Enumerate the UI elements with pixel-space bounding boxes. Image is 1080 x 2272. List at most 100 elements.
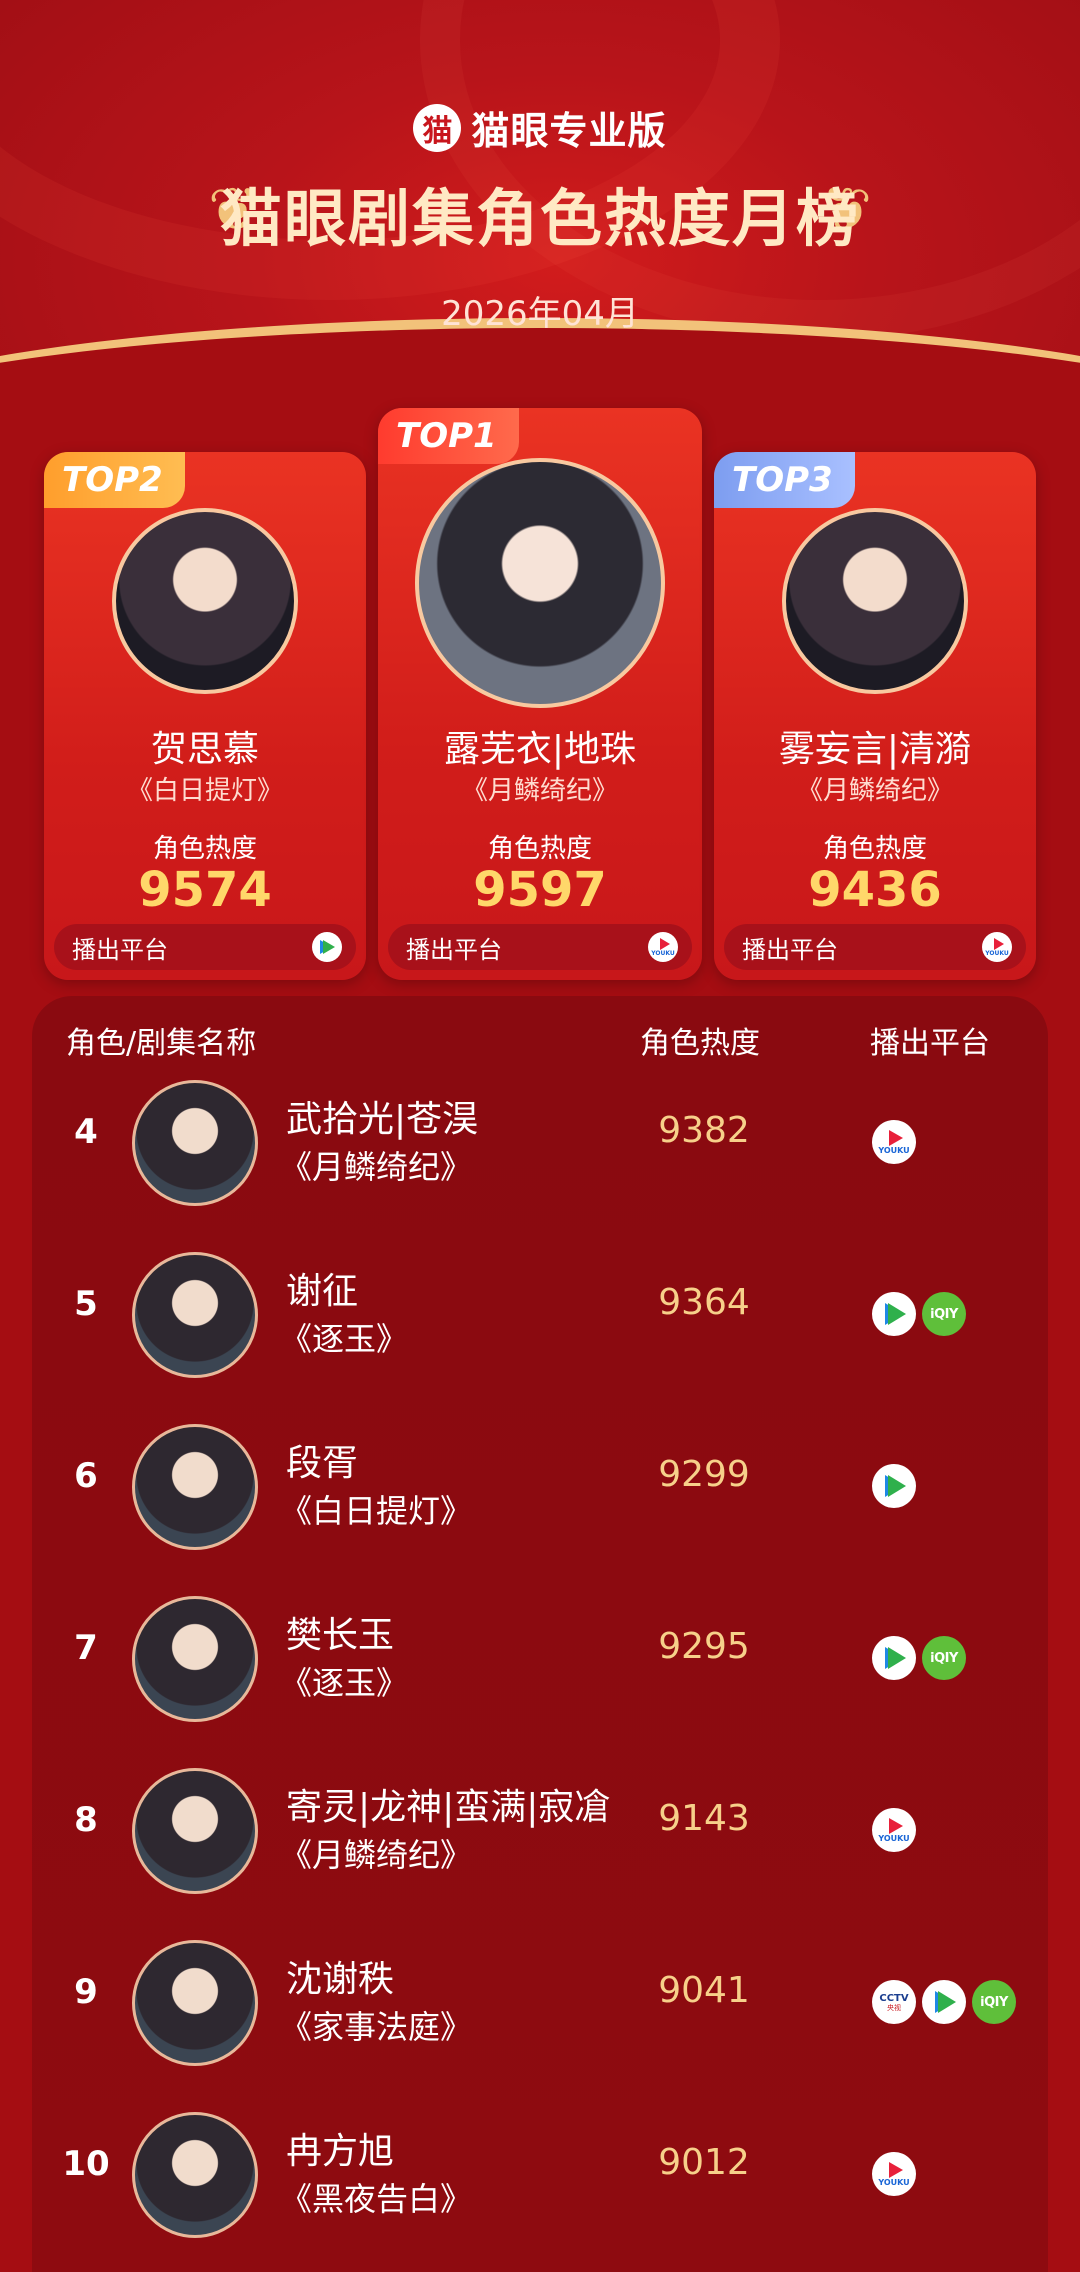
avatar (132, 1424, 258, 1550)
list-item[interactable]: 8 寄灵|龙神|蛮满|寂凔 《月鳞绮纪》 9143 YOUKU (32, 1740, 1048, 1912)
ranking-list: 角色/剧集名称 角色热度 播出平台 4 武拾光|苍淏 《月鳞绮纪》 9382 Y… (32, 996, 1048, 2272)
platform-icons: iQIY (872, 1636, 966, 1680)
top1-card[interactable]: TOP1 露芜衣|地珠 《月鳞绮纪》 角色热度 9597 播出平台 YOUKU (378, 408, 702, 980)
tencent-video-icon[interactable] (872, 1464, 916, 1508)
list-item[interactable]: 7 樊长玉 《逐玉》 9295 iQIY (32, 1568, 1048, 1740)
tencent-video-icon[interactable] (872, 1292, 916, 1336)
role-name: 贺思慕 (150, 729, 259, 770)
period-label: 2026年04月 (441, 294, 639, 334)
youku-text: YOUKU (878, 1145, 910, 1155)
role-name: 寄灵|龙神|蛮满|寂凔 (286, 1787, 611, 1828)
role-name: 武拾光|苍淏 (286, 1099, 479, 1140)
maoyan-logo-icon: 猫 (413, 103, 462, 152)
list-item[interactable]: 5 谢征 《逐玉》 9364 iQIY (32, 1224, 1048, 1396)
drama-title: 《月鳞绮纪》 (280, 1148, 473, 1186)
youku-text: YOUKU (878, 1833, 910, 1843)
list-item[interactable]: 10 冉方旭 《黑夜告白》 9012 YOUKU (32, 2084, 1048, 2256)
tencent-video-icon[interactable] (312, 932, 342, 962)
list-item[interactable]: 4 武拾光|苍淏 《月鳞绮纪》 9382 YOUKU (32, 1052, 1048, 1224)
rank-number: 10 (62, 2144, 110, 2184)
avatar (112, 508, 298, 694)
platform-icons (872, 1464, 916, 1508)
heat-label: 角色热度 (822, 834, 927, 864)
role-name: 冉方旭 (286, 2131, 395, 2172)
drama-title: 《月鳞绮纪》 (280, 1836, 473, 1874)
drama-title: 《月鳞绮纪》 (796, 776, 953, 806)
top3-card[interactable]: TOP3 雾妄言|清漪 《月鳞绮纪》 角色热度 9436 播出平台 YOUKU (714, 452, 1036, 980)
heat-value: 9041 (658, 1970, 750, 2011)
heat-value: 9143 (658, 1798, 750, 1839)
heat-label: 角色热度 (152, 834, 257, 864)
youku-icon[interactable]: YOUKU (648, 932, 678, 962)
youku-icon[interactable]: YOUKU (872, 1120, 916, 1164)
avatar (132, 2112, 258, 2238)
platform-icons: iQIY (872, 1292, 966, 1336)
role-name: 谢征 (286, 1271, 359, 1312)
heat-value: 9299 (658, 1454, 750, 1495)
role-name: 段胥 (286, 1443, 359, 1484)
brand: 猫 猫眼专业版 (0, 100, 1080, 155)
platform-bar: 播出平台 YOUKU (388, 924, 692, 970)
drama-title: 《逐玉》 (280, 1320, 409, 1358)
youku-text: YOUKU (651, 949, 675, 957)
avatar (132, 1768, 258, 1894)
heat-value: 9597 (473, 862, 607, 918)
rank-number: 8 (74, 1800, 98, 1840)
iqiyi-icon[interactable]: iQIY (922, 1292, 966, 1336)
platform-bar: 播出平台 (54, 924, 356, 970)
role-name: 樊长玉 (286, 1615, 395, 1656)
drama-title: 《白日提灯》 (126, 776, 283, 806)
heat-value: 9382 (658, 1110, 750, 1151)
platform-icons: YOUKU (872, 1120, 916, 1164)
drama-title: 《逐玉》 (280, 1664, 409, 1702)
cctv-icon[interactable]: CCTV 央视 (872, 1980, 916, 2024)
rank-tag: TOP1 (378, 408, 519, 464)
youku-text: YOUKU (985, 949, 1009, 957)
platform-label: 播出平台 (742, 935, 838, 964)
youku-icon[interactable]: YOUKU (872, 2152, 916, 2196)
brand-name: 猫眼专业版 (471, 109, 667, 153)
platform-label: 播出平台 (406, 935, 502, 964)
heat-value: 9012 (658, 2142, 750, 2183)
avatar (132, 1252, 258, 1378)
heat-value: 9574 (138, 862, 272, 918)
avatar (415, 458, 665, 708)
page-title: 猫眼剧集角色热度月榜 (219, 182, 860, 255)
platform-icons: CCTV 央视 iQIY (872, 1980, 1016, 2024)
platform-label: 播出平台 (72, 935, 168, 964)
rank-number: 7 (74, 1628, 98, 1668)
list-item[interactable]: 6 段胥 《白日提灯》 9299 (32, 1396, 1048, 1568)
youku-icon[interactable]: YOUKU (982, 932, 1012, 962)
platform-bar: 播出平台 YOUKU (724, 924, 1026, 970)
rank-number: 5 (74, 1284, 98, 1324)
drama-title: 《月鳞绮纪》 (461, 776, 618, 806)
cctv-text: CCTV (879, 1992, 909, 2004)
rank-number: 9 (74, 1972, 98, 2012)
rank-number: 6 (74, 1456, 98, 1496)
role-name: 沈谢秩 (286, 1959, 395, 2000)
heat-value: 9436 (808, 862, 942, 918)
youku-text: YOUKU (878, 2177, 910, 2187)
role-name: 露芜衣|地珠 (443, 729, 637, 770)
drama-title: 《家事法庭》 (280, 2008, 473, 2046)
rank-tag: TOP2 (44, 452, 185, 508)
drama-title: 《黑夜告白》 (280, 2180, 473, 2218)
avatar (782, 508, 968, 694)
tencent-video-icon[interactable] (922, 1980, 966, 2024)
youku-icon[interactable]: YOUKU (872, 1808, 916, 1852)
tencent-video-icon[interactable] (872, 1636, 916, 1680)
heat-value: 9364 (658, 1282, 750, 1323)
rank-number: 4 (74, 1112, 98, 1152)
top2-card[interactable]: TOP2 贺思慕 《白日提灯》 角色热度 9574 播出平台 (44, 452, 366, 980)
heat-label: 角色热度 (487, 834, 592, 864)
role-name: 雾妄言|清漪 (778, 729, 972, 770)
avatar (132, 1940, 258, 2066)
iqiyi-icon[interactable]: iQIY (972, 1980, 1016, 2024)
list-item[interactable]: 9 沈谢秩 《家事法庭》 9041 CCTV 央视 iQIY (32, 1912, 1048, 2084)
platform-icons: YOUKU (872, 2152, 916, 2196)
iqiyi-icon[interactable]: iQIY (922, 1636, 966, 1680)
platform-icons: YOUKU (872, 1808, 916, 1852)
drama-title: 《白日提灯》 (280, 1492, 473, 1530)
heat-value: 9295 (658, 1626, 750, 1667)
avatar (132, 1596, 258, 1722)
